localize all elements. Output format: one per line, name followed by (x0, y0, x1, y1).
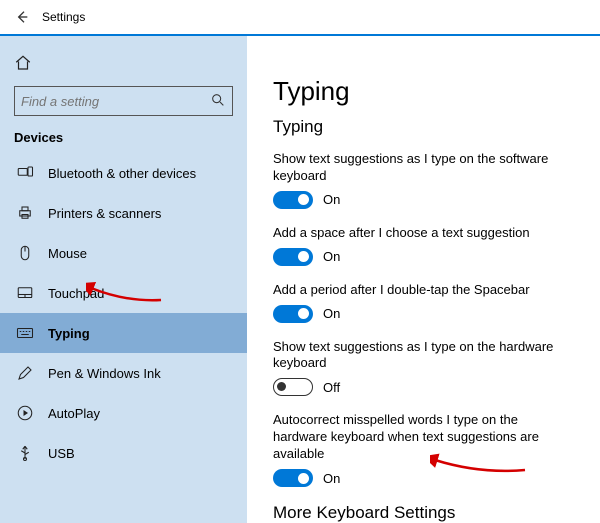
toggle-hardware-suggestions[interactable] (273, 378, 313, 396)
home-button[interactable] (0, 46, 247, 80)
setting-desc: Show text suggestions as I type on the h… (273, 339, 574, 373)
sidebar-item-label: USB (48, 446, 75, 461)
back-arrow-icon (14, 9, 30, 25)
toggle-software-suggestions[interactable] (273, 191, 313, 209)
setting-software-suggestions: Show text suggestions as I type on the s… (273, 151, 574, 209)
window-titlebar: Settings (0, 0, 600, 36)
toggle-label: On (323, 192, 340, 207)
content-pane: Typing Typing Show text suggestions as I… (247, 36, 600, 523)
sidebar-item-label: Pen & Windows Ink (48, 366, 161, 381)
sidebar-item-label: Mouse (48, 246, 87, 261)
pen-icon (16, 364, 34, 382)
setting-add-space: Add a space after I choose a text sugges… (273, 225, 574, 266)
sidebar-item-usb[interactable]: USB (0, 433, 247, 473)
printer-icon (16, 204, 34, 222)
toggle-label: Off (323, 380, 340, 395)
autoplay-icon (16, 404, 34, 422)
sidebar-item-printers[interactable]: Printers & scanners (0, 193, 247, 233)
sidebar-item-label: Typing (48, 326, 90, 341)
window-title: Settings (42, 10, 85, 24)
search-icon (210, 92, 226, 111)
sidebar-item-bluetooth[interactable]: Bluetooth & other devices (0, 153, 247, 193)
setting-hardware-suggestions: Show text suggestions as I type on the h… (273, 339, 574, 397)
sidebar-item-pen[interactable]: Pen & Windows Ink (0, 353, 247, 393)
setting-add-period: Add a period after I double-tap the Spac… (273, 282, 574, 323)
search-input[interactable] (21, 94, 210, 109)
sidebar-item-label: Touchpad (48, 286, 104, 301)
setting-desc: Add a period after I double-tap the Spac… (273, 282, 574, 299)
search-box[interactable] (14, 86, 233, 116)
setting-desc: Add a space after I choose a text sugges… (273, 225, 574, 242)
toggle-label: On (323, 471, 340, 486)
back-button[interactable] (8, 3, 36, 31)
sidebar-item-mouse[interactable]: Mouse (0, 233, 247, 273)
section-heading-typing: Typing (273, 117, 574, 137)
devices-icon (16, 164, 34, 182)
setting-desc: Show text suggestions as I type on the s… (273, 151, 574, 185)
toggle-add-space[interactable] (273, 248, 313, 266)
toggle-add-period[interactable] (273, 305, 313, 323)
sidebar-item-autoplay[interactable]: AutoPlay (0, 393, 247, 433)
sidebar-item-typing[interactable]: Typing (0, 313, 247, 353)
sidebar-item-label: AutoPlay (48, 406, 100, 421)
setting-autocorrect: Autocorrect misspelled words I type on t… (273, 412, 574, 487)
page-title: Typing (273, 76, 574, 107)
sidebar-item-label: Printers & scanners (48, 206, 161, 221)
touchpad-icon (16, 284, 34, 302)
section-heading-more-keyboard: More Keyboard Settings (273, 503, 574, 523)
keyboard-icon (16, 324, 34, 342)
toggle-autocorrect[interactable] (273, 469, 313, 487)
sidebar-item-touchpad[interactable]: Touchpad (0, 273, 247, 313)
home-icon (14, 54, 32, 72)
sidebar-item-label: Bluetooth & other devices (48, 166, 196, 181)
setting-desc: Autocorrect misspelled words I type on t… (273, 412, 574, 463)
usb-icon (16, 444, 34, 462)
toggle-label: On (323, 306, 340, 321)
toggle-label: On (323, 249, 340, 264)
sidebar: Devices Bluetooth & other devices Printe… (0, 36, 247, 523)
mouse-icon (16, 244, 34, 262)
sidebar-group-heading: Devices (0, 128, 247, 153)
